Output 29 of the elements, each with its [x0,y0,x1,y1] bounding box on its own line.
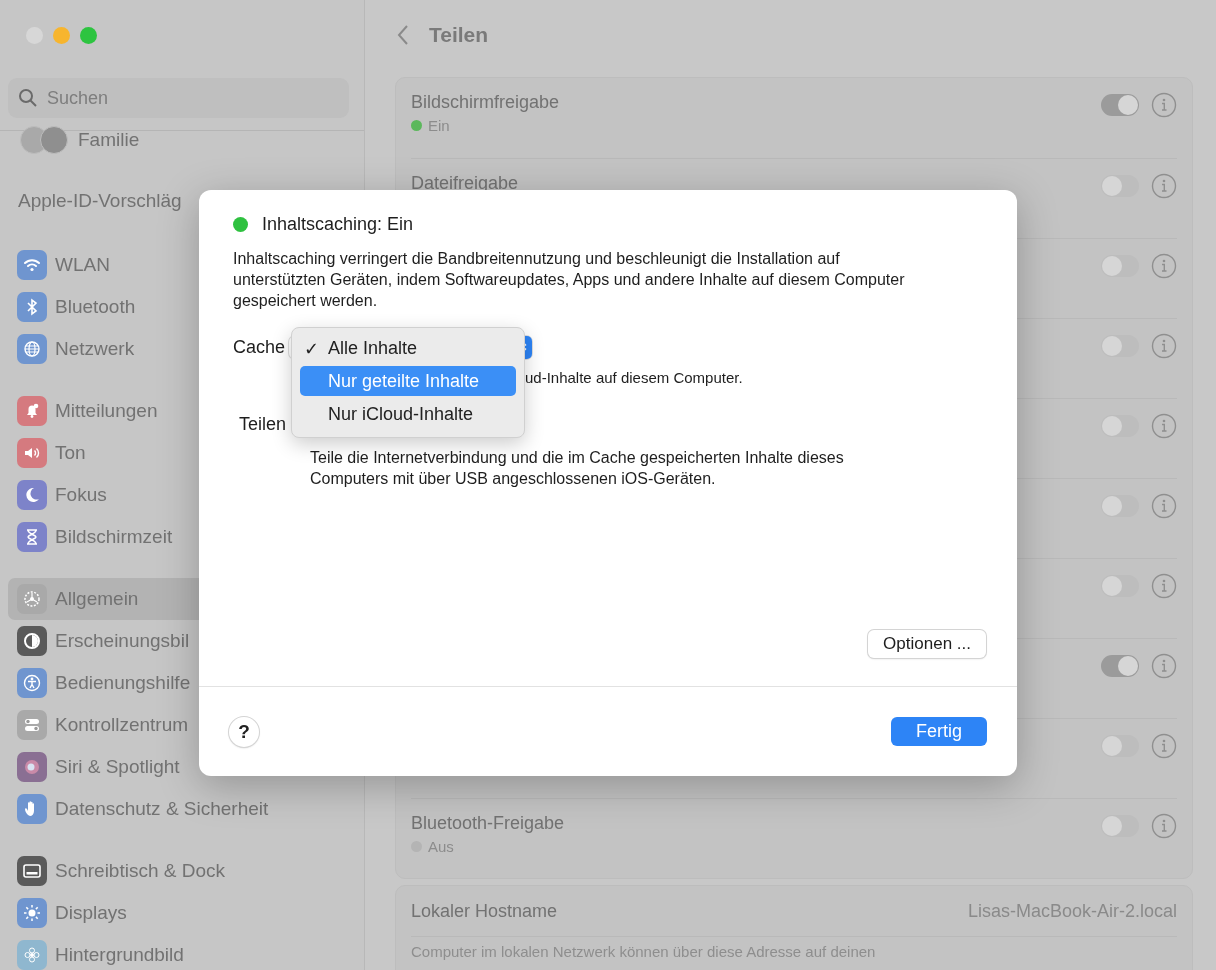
menu-item[interactable]: ✓ Alle Inhalte [300,332,516,365]
service-label: Bildschirmfreigabe [411,92,561,113]
service-label: Bluetooth-Freigabe [411,813,566,834]
sidebar-item[interactable]: Familie [78,129,140,151]
dialog-title: Inhaltscaching: Ein [262,214,414,235]
menu-item[interactable]: Nur geteilte Inhalte [300,366,516,396]
sidebar-item[interactable]: Schreibtisch & Dock [8,850,357,892]
hostname-label: Lokaler Hostname [411,900,558,922]
hint-text: ud-Inhalte auf diesem Computer. [525,369,744,386]
hint-text: Teile die Internetverbindung und die im Cache gespeicherten Inhalte dieses Computers mit über USB angeschlossenen iOS-Geräten. [310,448,845,489]
sidebar-item[interactable]: Displays [8,892,357,934]
done-button[interactable]: Fertig [891,717,987,746]
menu-item[interactable]: Nur iCloud-Inhalte [300,398,516,431]
page-title: Teilen [429,23,489,47]
checkmark-icon: ✓ [304,337,328,360]
field-label: Cache [233,336,286,358]
field-label: Teilen [239,414,287,435]
sidebar-item[interactable]: Hintergrundbild [8,934,357,970]
help-button[interactable]: ? [229,716,259,747]
description-text: Inhaltscaching verringert die Bandbreitennutzung und beschleunigt die Installation auf unterstützten Geräten, indem Softwareupdates, Apps und andere Inhalte auf diesem Computer gespeichert werden. [233,249,906,311]
sidebar-item[interactable]: Erscheinungsbil [8,620,357,662]
search-field[interactable]: Suchen [8,78,349,118]
service-label: Dateifreigabe [411,173,520,194]
hostname-value: Lisas-MacBook-Air-2.local [967,900,1177,922]
sidebar-item[interactable]: Siri & Spotlight [8,746,357,788]
options-button[interactable]: Optionen ... [868,630,986,658]
sidebar-item[interactable]: Bedienungshilfe [8,662,357,704]
sidebar-item[interactable]: Bildschirmzeit [8,516,357,558]
sidebar-item[interactable]: Datenschutz & Sicherheit [8,788,357,830]
